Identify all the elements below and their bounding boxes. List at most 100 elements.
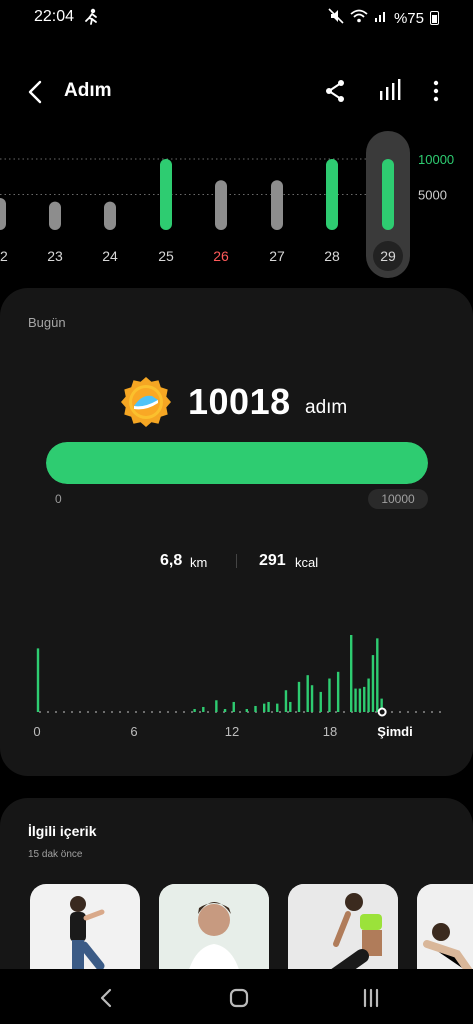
baseline-dot <box>103 711 105 713</box>
baseline-dot <box>191 711 193 713</box>
page-title: Adım <box>64 80 112 101</box>
nav-back-icon <box>100 988 112 1008</box>
distance-unit: km <box>190 555 208 570</box>
hour-bar <box>254 705 257 712</box>
hour-bar <box>232 701 235 712</box>
battery-icon <box>430 11 439 25</box>
day-bar[interactable] <box>382 159 394 230</box>
mute-icon <box>328 8 344 28</box>
hour-bar <box>363 686 366 712</box>
nav-home-button[interactable] <box>224 983 254 1013</box>
baseline-dot <box>423 711 425 713</box>
stats-row: 6,8 km 291 kcal <box>0 550 473 574</box>
day-bar[interactable] <box>326 159 338 230</box>
baseline-dot <box>119 711 121 713</box>
app-bar: Adım <box>0 68 473 114</box>
running-person-icon <box>84 8 100 31</box>
weekly-steps-chart[interactable]: 10000 5000 22 23 24 25 26 27 28 29 <box>0 128 473 278</box>
baseline-dot <box>431 711 433 713</box>
day-bar[interactable] <box>104 201 116 230</box>
goal-progress-fill <box>46 442 428 484</box>
baseline-dot <box>199 711 201 713</box>
hour-bar <box>354 688 357 712</box>
day-bar[interactable] <box>160 159 172 230</box>
day-label[interactable]: 27 <box>269 248 285 264</box>
day-label[interactable]: 29 <box>380 248 396 264</box>
baseline-dot <box>439 711 441 713</box>
hour-bar <box>276 703 279 712</box>
goal-achieved-badge-icon <box>120 376 172 428</box>
steps-count: 10018 <box>188 381 291 422</box>
hour-bar <box>289 701 292 712</box>
day-bar[interactable] <box>49 201 61 230</box>
hour-bar <box>358 688 362 712</box>
nav-recents-button[interactable] <box>356 983 386 1013</box>
baseline-dot <box>47 711 49 713</box>
back-button[interactable] <box>20 76 52 108</box>
today-card: Bugün 10018 adım 0 10000 6,8 km 291 kcal… <box>0 288 473 776</box>
baseline-dot <box>159 711 161 713</box>
hour-bar <box>297 681 301 712</box>
baseline-dot <box>71 711 73 713</box>
status-time: 22:04 <box>34 8 75 25</box>
day-label[interactable]: 22 <box>0 248 8 264</box>
progress-goal-label: 10000 <box>368 489 428 509</box>
hour-bar <box>245 709 248 712</box>
hour-tick-label: 18 <box>323 724 337 739</box>
nav-back-button[interactable] <box>92 983 122 1013</box>
day-bar[interactable] <box>0 198 6 230</box>
goal-progress-bar <box>46 442 428 484</box>
nav-home-icon <box>229 988 249 1008</box>
hour-bar <box>319 691 322 712</box>
hour-tick-label: 12 <box>225 724 239 739</box>
related-content-title: İlgili içerik <box>28 823 97 839</box>
day-label[interactable]: 23 <box>47 248 63 264</box>
y-tick-label: 5000 <box>418 188 447 203</box>
day-label[interactable]: 25 <box>158 248 174 264</box>
baseline-dot <box>271 711 273 713</box>
back-arrow-icon <box>28 80 42 104</box>
signal-icon <box>374 9 388 27</box>
hour-bar <box>336 671 340 712</box>
trends-button[interactable] <box>375 76 405 106</box>
baseline-dot <box>343 711 345 713</box>
baseline-dot <box>39 711 41 713</box>
status-bar: 22:04 %75 <box>0 0 473 36</box>
baseline-dot <box>79 711 81 713</box>
hour-bar <box>328 678 331 712</box>
day-label[interactable]: 26 <box>213 248 229 264</box>
day-bar[interactable] <box>215 180 227 230</box>
hourly-steps-svg: 0 6 12 18 Şimdi <box>33 635 441 739</box>
baseline-dot <box>335 711 337 713</box>
hour-bar <box>350 635 353 712</box>
baseline-dot <box>407 711 409 713</box>
today-label: Bugün <box>28 315 66 330</box>
stats-divider <box>236 554 237 568</box>
hour-bar <box>267 701 270 712</box>
hour-bar <box>193 709 196 712</box>
hour-bar <box>202 706 205 712</box>
day-label[interactable]: 24 <box>102 248 118 264</box>
baseline-dot <box>87 711 89 713</box>
baseline-dot <box>391 711 393 713</box>
more-options-button[interactable] <box>424 76 448 106</box>
progress-min-label: 0 <box>55 492 62 506</box>
baseline-dot <box>287 711 289 713</box>
baseline-dot <box>279 711 281 713</box>
hour-bar <box>371 655 375 712</box>
share-button[interactable] <box>320 76 350 106</box>
day-label[interactable]: 28 <box>324 248 340 264</box>
related-content-time: 15 dak önce <box>28 849 83 860</box>
baseline-dot <box>111 711 113 713</box>
hourly-steps-chart[interactable]: 0 6 12 18 Şimdi <box>0 618 473 748</box>
hour-bar <box>376 638 379 712</box>
steps-summary: 10018 adım <box>0 376 473 428</box>
day-bar[interactable] <box>271 180 283 230</box>
baseline-dot <box>303 711 305 713</box>
hour-tick-label: Şimdi <box>377 724 412 739</box>
nav-recents-icon <box>363 988 379 1008</box>
battery-percent: %75 <box>393 9 424 27</box>
baseline-dot <box>415 711 417 713</box>
hour-bar <box>263 703 266 712</box>
more-vert-icon <box>433 80 439 102</box>
